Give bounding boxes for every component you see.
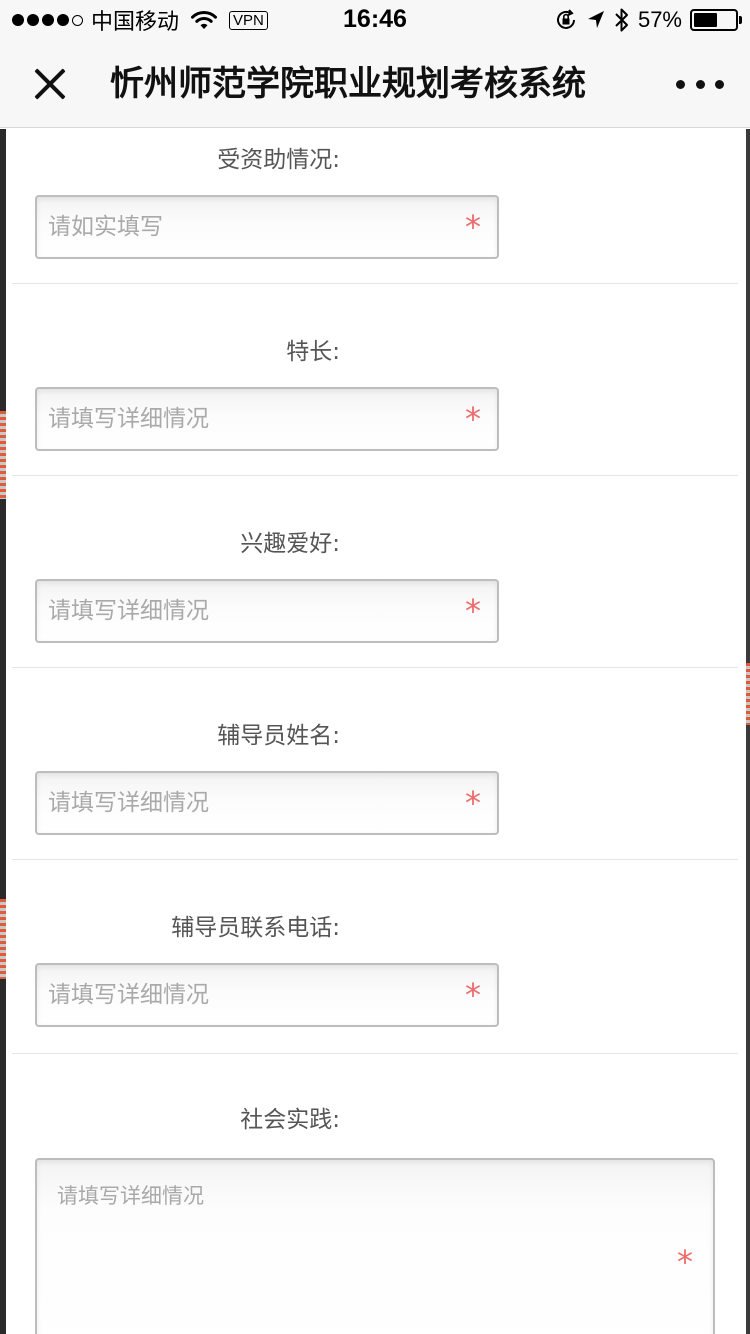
required-mark: *: [465, 400, 481, 438]
form-row: 兴趣爱好: *: [6, 513, 746, 705]
form-row: 特长: *: [6, 321, 746, 513]
battery-icon: [690, 9, 742, 31]
divider: [12, 1053, 738, 1054]
divider: [12, 475, 738, 476]
close-icon[interactable]: [26, 60, 74, 108]
page-title: 忻州师范学院职业规划考核系统: [110, 64, 586, 104]
funding-status-input[interactable]: [37, 197, 447, 257]
hobbies-input[interactable]: [37, 581, 447, 641]
divider: [12, 283, 738, 284]
bluetooth-icon: [615, 8, 628, 32]
field-box[interactable]: *: [35, 579, 499, 643]
required-mark: *: [465, 592, 481, 630]
battery-percent: 57%: [637, 7, 682, 32]
nav-bar: 忻州师范学院职业规划考核系统: [0, 40, 750, 128]
required-mark: *: [465, 784, 481, 822]
divider: [12, 859, 738, 860]
field-box[interactable]: *: [35, 1158, 715, 1334]
location-icon: [587, 11, 604, 28]
counselor-name-input[interactable]: [37, 773, 447, 833]
form-row: 辅导员联系电话: *: [6, 897, 746, 1089]
status-bar: 中国移动 VPN 16:46 57%: [0, 0, 750, 40]
orientation-lock-icon: [556, 9, 575, 29]
field-box[interactable]: *: [35, 963, 499, 1027]
required-mark: *: [677, 1243, 693, 1281]
form-row: 辅导员姓名: *: [6, 705, 746, 897]
battery-level: [694, 13, 717, 27]
counselor-phone-input[interactable]: [37, 965, 447, 1025]
divider: [12, 667, 738, 668]
required-mark: *: [465, 976, 481, 1014]
more-icon[interactable]: [676, 70, 724, 98]
form-card: 受资助情况: * 特长: * 兴趣爱好: *: [6, 129, 746, 1334]
field-label: 辅导员联系电话:: [171, 915, 340, 941]
right-edge: [746, 129, 750, 1334]
field-label: 社会实践:: [240, 1107, 340, 1133]
specialty-input[interactable]: [37, 389, 447, 449]
field-label: 受资助情况:: [217, 147, 340, 173]
field-label: 辅导员姓名:: [217, 723, 340, 749]
field-box[interactable]: *: [35, 771, 499, 835]
social-practice-textarea[interactable]: [37, 1160, 657, 1334]
field-box[interactable]: *: [35, 387, 499, 451]
status-right: 57%: [554, 6, 742, 34]
field-label: 特长:: [286, 339, 340, 365]
field-label: 兴趣爱好:: [240, 531, 340, 557]
field-box[interactable]: *: [35, 195, 499, 259]
required-mark: *: [465, 208, 481, 246]
form-row: 受资助情况: *: [6, 129, 746, 321]
form-content[interactable]: 受资助情况: * 特长: * 兴趣爱好: *: [0, 129, 750, 1334]
